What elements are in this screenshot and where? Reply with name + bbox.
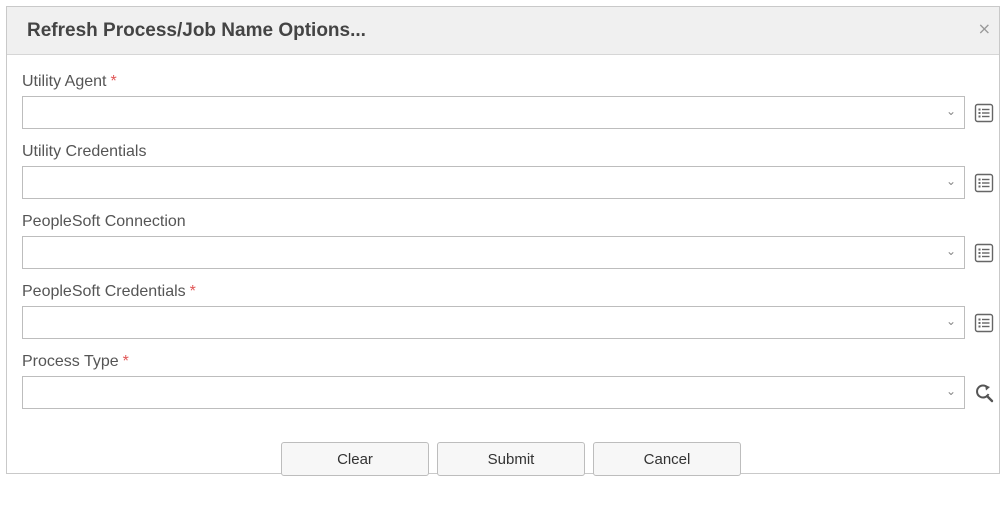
utility-credentials-label: Utility Credentials xyxy=(22,143,146,161)
peoplesoft-credentials-select[interactable]: ⌄ xyxy=(22,306,965,339)
utility-credentials-label-text: Utility Credentials xyxy=(22,143,147,160)
chevron-down-icon: ⌄ xyxy=(945,244,956,258)
chevron-down-icon: ⌄ xyxy=(945,104,956,118)
peoplesoft-credentials-label: PeopleSoft Credentials * xyxy=(22,283,196,301)
chevron-down-icon: ⌄ xyxy=(945,314,956,328)
utility-agent-select[interactable]: ⌄ xyxy=(22,96,965,129)
dialog-header: Refresh Process/Job Name Options... × xyxy=(7,7,999,55)
chevron-down-icon: ⌄ xyxy=(945,384,956,398)
list-icon[interactable] xyxy=(973,312,995,334)
refresh-search-icon[interactable] xyxy=(973,382,995,404)
refresh-options-dialog: Refresh Process/Job Name Options... × Ut… xyxy=(6,6,1000,476)
process-type-select[interactable]: ⌄ xyxy=(22,376,965,409)
process-type-label: Process Type * xyxy=(22,353,129,371)
peoplesoft-connection-select[interactable]: ⌄ xyxy=(22,236,965,269)
submit-button[interactable]: Submit xyxy=(437,442,585,476)
dialog-title: Refresh Process/Job Name Options... xyxy=(27,20,366,41)
peoplesoft-connection-label: PeopleSoft Connection xyxy=(22,213,186,231)
required-marker: * xyxy=(122,353,129,370)
process-type-label-text: Process Type xyxy=(22,353,119,370)
peoplesoft-connection-label-text: PeopleSoft Connection xyxy=(22,213,186,230)
list-icon[interactable] xyxy=(973,172,995,194)
utility-agent-label-text: Utility Agent xyxy=(22,73,107,90)
close-icon[interactable]: × xyxy=(978,19,991,38)
list-icon[interactable] xyxy=(973,242,995,264)
utility-credentials-select[interactable]: ⌄ xyxy=(22,166,965,199)
chevron-down-icon: ⌄ xyxy=(945,174,956,188)
utility-agent-label: Utility Agent * xyxy=(22,73,117,91)
required-marker: * xyxy=(110,73,117,90)
peoplesoft-credentials-label-text: PeopleSoft Credentials xyxy=(22,283,186,300)
cancel-button[interactable]: Cancel xyxy=(593,442,741,476)
required-marker: * xyxy=(189,283,196,300)
clear-button[interactable]: Clear xyxy=(281,442,429,476)
list-icon[interactable] xyxy=(973,102,995,124)
